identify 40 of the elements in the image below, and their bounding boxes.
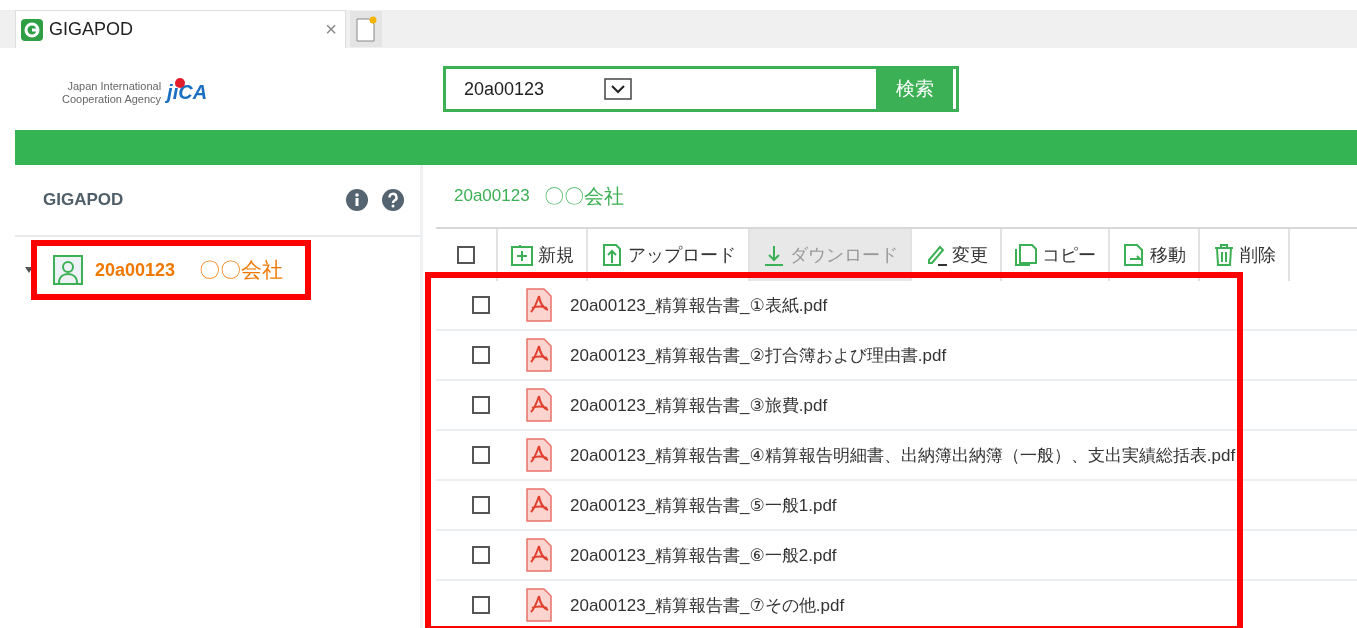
pdf-file-icon xyxy=(526,538,552,572)
download-icon xyxy=(762,243,786,267)
pdf-file-icon xyxy=(526,488,552,522)
file-name[interactable]: 20a00123_精算報告書_⑥一般2.pdf xyxy=(570,543,837,567)
sidebar-title: GIGAPOD xyxy=(43,190,125,210)
file-checkbox[interactable] xyxy=(472,546,490,564)
folder-code: 20a00123 xyxy=(454,186,530,206)
file-name[interactable]: 20a00123_精算報告書_⑤一般1.pdf xyxy=(570,493,837,517)
pdf-file-icon xyxy=(526,438,552,472)
file-name[interactable]: 20a00123_精算報告書_①表紙.pdf xyxy=(570,293,828,317)
file-checkbox[interactable] xyxy=(472,496,490,514)
close-button[interactable]: × xyxy=(321,18,341,41)
app-logo-icon xyxy=(21,18,43,41)
file-checkbox[interactable] xyxy=(472,596,490,614)
pdf-file-icon xyxy=(526,338,552,372)
file-arrow-icon xyxy=(1122,243,1146,267)
file-name[interactable]: 20a00123_精算報告書_③旅費.pdf xyxy=(570,393,828,417)
file-name[interactable]: 20a00123_精算報告書_⑦その他.pdf xyxy=(570,593,845,617)
file-name[interactable]: 20a00123_精算報告書_④精算報告明細書、出納簿出納簿（一般）、支出実績総括表.pdf xyxy=(570,443,1236,467)
person-icon xyxy=(53,255,83,285)
pdf-file-icon xyxy=(526,288,552,322)
folder-plus-icon xyxy=(510,243,534,267)
upload-icon xyxy=(600,243,624,267)
file-checkbox[interactable] xyxy=(472,296,490,314)
file-checkbox[interactable] xyxy=(472,396,490,414)
info-icon[interactable] xyxy=(346,189,368,211)
file-checkbox[interactable] xyxy=(472,346,490,364)
pdf-file-icon xyxy=(526,388,552,422)
dropdown-icon[interactable] xyxy=(604,78,632,100)
file-checkbox[interactable] xyxy=(472,446,490,464)
browser-tab[interactable]: GIGAPOD × xyxy=(15,10,346,48)
folder-name: 〇〇会社 xyxy=(543,183,624,209)
pdf-file-icon xyxy=(526,588,552,622)
tab-title: GIGAPOD xyxy=(49,19,134,40)
trash-icon xyxy=(1212,243,1236,267)
copy-icon xyxy=(1014,243,1038,267)
file-name[interactable]: 20a00123_精算報告書_②打合簿および理由書.pdf xyxy=(570,343,947,367)
select-all-checkbox[interactable] xyxy=(457,246,475,264)
search-field[interactable]: 20a00123 検索 xyxy=(443,66,959,112)
help-icon[interactable] xyxy=(382,189,404,211)
